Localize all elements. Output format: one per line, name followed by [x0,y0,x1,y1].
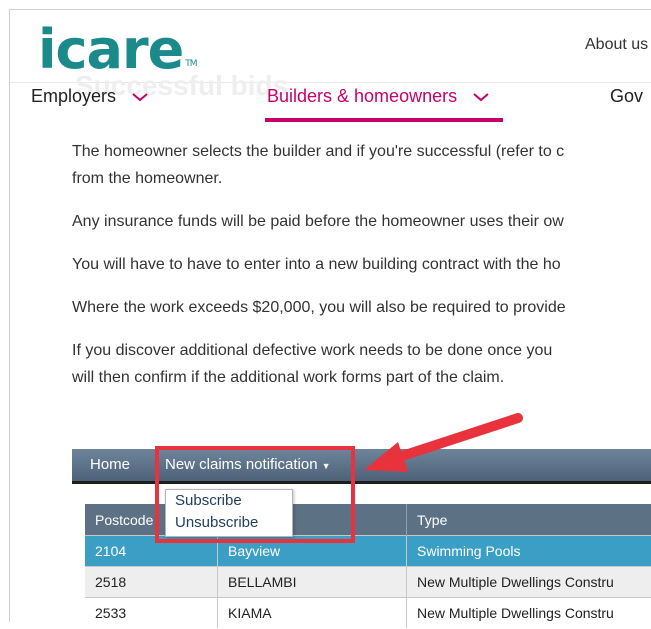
chevron-down-icon [130,90,150,104]
main-content: The homeowner selects the builder and if… [72,138,651,407]
cell-postcode: 2518 [85,567,218,598]
app-nav-home[interactable]: Home [90,456,130,473]
about-us-link[interactable]: About us [585,36,648,54]
chevron-down-icon [471,90,491,104]
paragraph-additional-work: If you discover additional defective wor… [72,337,651,391]
nav-gov[interactable]: Gov [610,86,643,107]
nav-employers-label: Employers [31,86,116,107]
cell-type: Swimming Pools [407,536,651,567]
paragraph-line: The homeowner selects the builder and if… [72,138,651,165]
table-row[interactable]: 2533 KIAMA New Multiple Dwellings Constr… [85,598,651,629]
table-row[interactable]: 2518 BELLAMBI New Multiple Dwellings Con… [85,567,651,598]
annotation-arrow-icon [350,410,530,480]
paragraph-line: If you discover additional defective wor… [72,337,651,364]
cell-suburb: BELLAMBI [218,567,407,598]
nav-employers[interactable]: Employers [31,86,150,107]
paragraph-building-contract: You will have to have to enter into a ne… [72,251,651,278]
cell-type: New Multiple Dwellings Constru [407,598,651,629]
paragraph-insurance-funds: Any insurance funds will be paid before … [72,208,651,235]
annotation-highlight-box [155,446,355,543]
nav-builders-homeowners[interactable]: Builders & homeowners [267,86,491,107]
cell-type: New Multiple Dwellings Constru [407,567,651,598]
active-nav-underline [265,118,503,122]
paragraph-work-exceeds: Where the work exceeds $20,000, you will… [72,294,651,321]
cell-suburb: KIAMA [218,598,407,629]
paragraph-builder-selection: The homeowner selects the builder and if… [72,138,651,192]
nav-builders-label: Builders & homeowners [267,86,457,107]
nav-gov-label: Gov [610,86,643,107]
paragraph-line: from the homeowner. [72,165,651,192]
column-header-type[interactable]: Type [407,504,651,536]
cell-postcode: 2533 [85,598,218,629]
paragraph-line: will then confirm if the additional work… [72,364,651,391]
